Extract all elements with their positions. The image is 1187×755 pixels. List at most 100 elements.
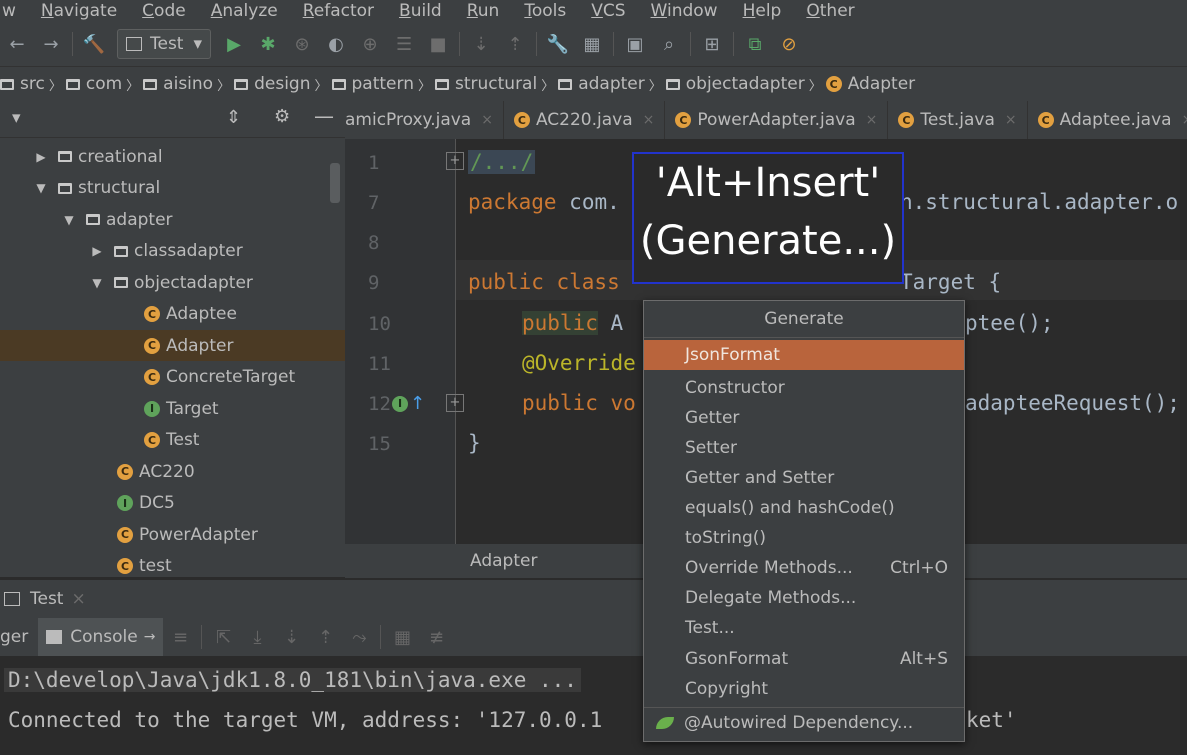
menu-item-build[interactable]: Build: [399, 1, 442, 21]
tree-folder-item[interactable]: ▼ structural: [0, 173, 345, 204]
tree-folder-item[interactable]: ▶ classadapter: [0, 236, 345, 267]
close-icon[interactable]: ×: [866, 112, 878, 128]
close-icon[interactable]: ×: [1182, 112, 1187, 128]
vcs-commit-icon[interactable]: ⇡: [504, 33, 526, 55]
project-structure-icon[interactable]: ▦: [581, 33, 603, 55]
chevron-down-icon[interactable]: ▼: [62, 213, 76, 227]
generate-menu-item[interactable]: equals() and hashCode(): [644, 493, 964, 523]
menu-item-tools[interactable]: Tools: [524, 1, 566, 21]
tree-file-item[interactable]: C AC220: [0, 456, 345, 487]
generate-menu-item[interactable]: Getter and Setter: [644, 463, 964, 493]
chevron-down-icon[interactable]: ▾: [12, 108, 21, 128]
show-execution-point-icon[interactable]: ⇱: [212, 626, 234, 648]
settings-wrench-icon[interactable]: 🔧: [547, 33, 569, 55]
generate-menu-item[interactable]: Delegate Methods...: [644, 583, 964, 613]
step-out-icon[interactable]: ⇡: [314, 626, 336, 648]
editor-tab[interactable]: C Test.java ×: [888, 101, 1028, 139]
chevron-right-icon[interactable]: ▶: [34, 150, 48, 164]
step-over-icon[interactable]: ⤓: [246, 626, 268, 648]
editor-tab[interactable]: C PowerAdapter.java ×: [665, 101, 889, 139]
tree-folder-item[interactable]: ▼ adapter: [0, 204, 345, 235]
console-tab[interactable]: Console →: [38, 618, 164, 656]
tree-scrollbar[interactable]: [330, 163, 340, 203]
debug-bug-icon[interactable]: ✱: [257, 33, 279, 55]
menu-item-other[interactable]: Other: [806, 1, 854, 21]
run-tab-label[interactable]: Test: [30, 589, 63, 609]
structure-icon[interactable]: ⊞: [701, 33, 723, 55]
forward-arrow-icon[interactable]: →: [40, 33, 62, 55]
hide-panel-icon[interactable]: —: [314, 104, 334, 128]
trace-icon[interactable]: ≢: [425, 626, 447, 648]
tree-file-item[interactable]: I DC5: [0, 488, 345, 519]
fold-expand-icon[interactable]: +: [446, 152, 464, 170]
generate-menu-item[interactable]: @Autowired Dependency...: [644, 707, 964, 738]
coverage-icon[interactable]: ⊛: [291, 33, 313, 55]
close-icon[interactable]: ×: [643, 112, 655, 128]
step-into-icon[interactable]: ⇣: [280, 626, 302, 648]
tree-file-item[interactable]: C Adapter: [0, 330, 345, 361]
menu-icon[interactable]: ≡: [169, 626, 191, 648]
back-arrow-icon[interactable]: ←: [6, 33, 28, 55]
profile-icon[interactable]: ◐: [325, 33, 347, 55]
menu-item-vcs[interactable]: VCS: [591, 1, 625, 21]
menu-item-analyze[interactable]: Analyze: [211, 1, 278, 21]
tree-folder-item[interactable]: ▶ creational: [0, 141, 345, 172]
generate-menu-item[interactable]: Test...: [644, 613, 964, 643]
generate-menu-item[interactable]: toString(): [644, 523, 964, 553]
close-icon[interactable]: ×: [1005, 112, 1017, 128]
search-icon[interactable]: ⌕: [658, 33, 680, 55]
breadcrumb-item[interactable]: design: [234, 74, 311, 94]
tree-file-item[interactable]: C ConcreteTarget: [0, 362, 345, 393]
implements-gutter-icon[interactable]: I ↑: [392, 393, 425, 414]
tree-file-item[interactable]: C Test: [0, 425, 345, 456]
chevron-right-icon[interactable]: ▶: [90, 244, 104, 258]
console-output[interactable]: D:\develop\Java\jdk1.8.0_181\bin\java.ex…: [0, 656, 1187, 755]
concurrency-icon[interactable]: ⊕: [359, 33, 381, 55]
menu-item-w[interactable]: w: [2, 1, 16, 21]
stop-icon[interactable]: ■: [427, 33, 449, 55]
evaluate-icon[interactable]: ▦: [391, 626, 413, 648]
run-list-icon[interactable]: ☰: [393, 33, 415, 55]
tree-file-item[interactable]: Ctest: [0, 551, 345, 582]
generate-menu-item[interactable]: Copyright: [644, 674, 964, 704]
generate-menu-item[interactable]: GsonFormat Alt+S: [644, 644, 964, 674]
editor-tab[interactable]: C Adaptee.java ×: [1028, 101, 1187, 139]
chevron-down-icon[interactable]: ▼: [34, 181, 48, 195]
generate-menu-item[interactable]: Override Methods... Ctrl+O: [644, 553, 964, 583]
breadcrumb-item[interactable]: aisino: [143, 74, 213, 94]
run-configuration-select[interactable]: Test ▾: [117, 29, 212, 59]
menu-item-window[interactable]: Window: [651, 1, 718, 21]
chevron-down-icon[interactable]: ▼: [90, 276, 104, 290]
terminal-icon[interactable]: ▣: [624, 33, 646, 55]
vcs-update-icon[interactable]: ⇣: [470, 33, 492, 55]
generate-menu-item[interactable]: Setter: [644, 433, 964, 463]
tree-folder-item[interactable]: ▼ objectadapter: [0, 267, 345, 298]
menu-item-navigate[interactable]: Navigate: [41, 1, 117, 21]
breadcrumb-item[interactable]: structural: [435, 74, 537, 94]
menu-item-help[interactable]: Help: [743, 1, 782, 21]
generate-menu-item[interactable]: Constructor: [644, 373, 964, 403]
tree-file-item[interactable]: C Adaptee: [0, 299, 345, 330]
tree-file-item[interactable]: I Target: [0, 393, 345, 424]
breadcrumb-item[interactable]: com: [65, 74, 122, 94]
close-icon[interactable]: ×: [481, 112, 493, 128]
fold-expand-icon[interactable]: +: [446, 394, 464, 412]
editor-tab[interactable]: amicProxy.java ×: [345, 101, 504, 139]
build-hammer-icon[interactable]: 🔨: [83, 33, 105, 55]
tree-file-item[interactable]: C PowerAdapter: [0, 519, 345, 550]
run-to-cursor-icon[interactable]: ⤳: [348, 626, 370, 648]
current-class-label[interactable]: Adapter: [470, 551, 537, 571]
breadcrumb-item[interactable]: pattern: [331, 74, 414, 94]
menu-item-refactor[interactable]: Refactor: [303, 1, 374, 21]
generate-menu-item[interactable]: Getter: [644, 403, 964, 433]
close-icon[interactable]: ×: [71, 589, 85, 609]
editor-tab[interactable]: C AC220.java ×: [504, 101, 666, 139]
breadcrumb-item[interactable]: src: [0, 74, 45, 94]
breadcrumb-item[interactable]: adapter: [558, 74, 645, 94]
breadcrumb-item[interactable]: C Adapter: [825, 74, 915, 94]
forbidden-icon[interactable]: ⊘: [778, 33, 800, 55]
breadcrumb-item[interactable]: objectadapter: [665, 74, 805, 94]
generate-menu-item[interactable]: JsonFormat: [644, 340, 964, 370]
gear-icon[interactable]: ⚙: [274, 106, 290, 127]
statistic-chart-icon[interactable]: ⧉: [744, 33, 766, 55]
